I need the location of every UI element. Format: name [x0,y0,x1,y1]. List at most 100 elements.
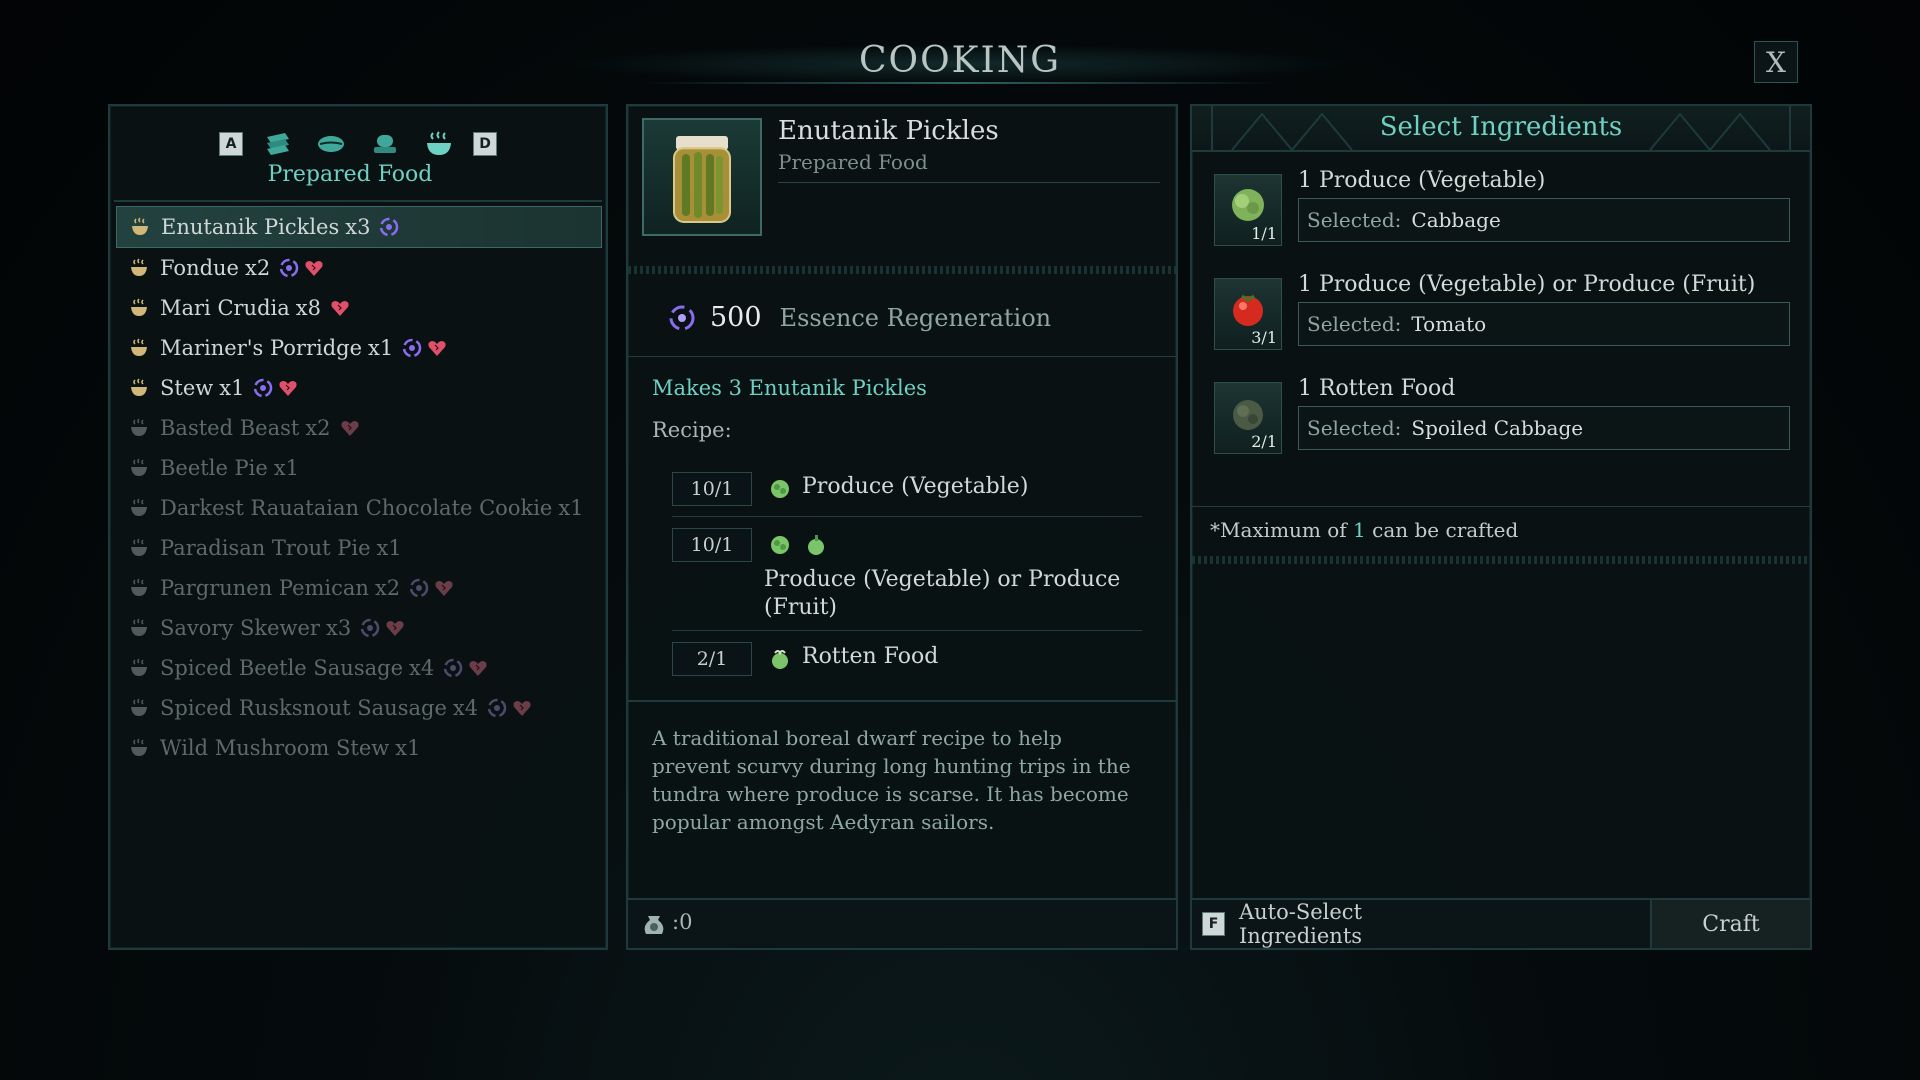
cooking-pot-icon[interactable] [419,126,459,162]
rotten-food-icon [772,650,788,669]
vegetable-icon [771,536,789,554]
ingredients-header: Select Ingredients [1192,106,1810,152]
recipe-name: Fondue [160,256,239,280]
selected-prefix: Selected: [1307,208,1402,232]
ingredient-slot: 3/1 1 Produce (Vegetable) or Produce (Fr… [1214,272,1794,362]
item-description: A traditional boreal dwarf recipe to hel… [652,726,1131,834]
health-heart-icon [428,341,446,356]
recipe-name: Spiced Rusksnout Sausage [160,696,447,720]
auto-select-key: F [1202,912,1225,936]
ingredient-select[interactable]: Selected: Cabbage [1298,198,1790,242]
recipe-list-panel: A D Prepared Food Enutanik Pickles x3 Fond… [108,104,608,950]
recipe-row[interactable]: Stew x1 [116,368,602,408]
max-craft-note: *Maximum of 1 can be crafted [1210,518,1518,542]
health-heart-icon [435,581,453,596]
max-note-prefix: *Maximum of [1210,518,1354,542]
recipe-row[interactable]: Darkest Rauataian Chocolate Cookie x1 [116,488,602,528]
auto-select-button[interactable]: F Auto-Select Ingredients [1192,900,1480,948]
recipe-name: Paradisan Trout Pie [160,536,371,560]
ingredient-select[interactable]: Selected: Spoiled Cabbage [1298,406,1790,450]
makes-text: Makes 3 Enutanik Pickles [652,376,927,400]
recipe-row[interactable]: Wild Mushroom Stew x1 [116,728,602,768]
ingredients-divider [1192,506,1810,507]
recipe-quantity: x2 [305,416,331,440]
recipe-quantity: x1 [395,736,421,760]
cooking-pot-icon [131,578,147,596]
essence-icon [380,217,399,237]
leaf-icon[interactable] [311,126,351,162]
ingredient-count: 3/1 [1251,328,1277,347]
selected-value: Spoiled Cabbage [1411,416,1584,440]
recipe-row[interactable]: Basted Beast x2 [116,408,602,448]
recipe-quantity: x3 [325,616,352,640]
recipe-list: Enutanik Pickles x3 Fondue x2 Mari Crudia x8 M… [116,206,602,768]
recipe-name: Pargrunen Pemican [160,576,369,600]
title-underline [640,82,1280,84]
recipe-row[interactable]: Savory Skewer x3 [116,608,602,648]
close-button[interactable]: X [1754,41,1798,83]
cooking-pot-icon [131,658,147,676]
recipe-row[interactable]: Fondue x2 [116,248,602,288]
item-category: Prepared Food [778,150,928,174]
item-divider [778,182,1160,183]
description-divider [628,700,1176,702]
selected-value: Cabbage [1411,208,1501,232]
cabbage-icon: 1/1 [1214,174,1282,246]
cooking-pot-icon [131,378,147,396]
essence-icon [443,658,463,678]
item-image [642,118,762,236]
selected-prefix: Selected: [1307,416,1402,440]
health-heart-icon [469,661,487,676]
cooking-pot-icon [131,418,147,436]
essence-icon [279,258,299,278]
recipe-row[interactable]: Enutanik Pickles x3 [116,206,602,248]
recipe-row[interactable]: Paradisan Trout Pie x1 [116,528,602,568]
recipe-row[interactable]: Mariner's Porridge x1 [116,328,602,368]
ingredients-title: Select Ingredients [1379,112,1623,142]
cooking-pot-icon [132,217,148,235]
essence-effect: 500 Essence Regeneration [668,302,1051,333]
ingredient-requirement: 1 Produce (Vegetable) [1298,168,1546,193]
max-note-suffix: can be crafted [1365,518,1519,542]
requirement-divider [672,516,1142,517]
recipe-name: Mariner's Porridge [160,336,363,360]
ingredient-select[interactable]: Selected: Tomato [1298,302,1790,346]
health-heart-icon [331,301,349,316]
cooking-pot-icon [131,618,147,636]
recipe-row[interactable]: Spiced Rusksnout Sausage x4 [116,688,602,728]
selected-prefix: Selected: [1307,312,1402,336]
recipe-name: Savory Skewer [160,616,320,640]
recipe-row[interactable]: Pargrunen Pemican x2 [116,568,602,608]
essence-divider [628,356,1176,357]
ingredients-panel: Select Ingredients 1/1 1 Produce (Vegeta… [1190,104,1812,950]
hat-icon[interactable] [365,126,405,162]
requirement-count: 2/1 [672,642,752,676]
recipe-row[interactable]: Mari Crudia x8 [116,288,602,328]
recipe-name: Spiced Beetle Sausage [160,656,403,680]
cooking-pot-icon [131,498,147,516]
craft-button[interactable]: Craft [1650,900,1810,948]
recipe-quantity: x2 [374,576,401,600]
ingredients-footer: F Auto-Select Ingredients Craft [1192,898,1810,948]
footer-value: :0 [672,910,693,934]
ingredient-slot: 2/1 1 Rotten Food Selected: Spoiled Cabb… [1214,376,1794,466]
requirement-count: 10/1 [672,528,752,562]
item-name: Enutanik Pickles [778,116,999,146]
recipe-row[interactable]: Beetle Pie x1 [116,448,602,488]
recipe-row[interactable]: Spiced Beetle Sausage x4 [116,648,602,688]
requirement-row: 2/1 Rotten Food [672,642,1142,678]
scroll-icon[interactable] [257,126,297,162]
health-heart-icon [279,381,298,396]
requirement-label: Rotten Food [802,644,939,669]
ingredient-slot: 1/1 1 Produce (Vegetable) Selected: Cabb… [1214,168,1794,258]
recipe-quantity: x1 [376,536,402,560]
category-label: Prepared Food [267,162,433,187]
recipe-quantity: x4 [409,656,435,680]
next-category-key[interactable]: D [473,132,497,156]
selected-value: Tomato [1411,312,1487,336]
prev-category-key[interactable]: A [219,132,243,156]
essence-icon [360,618,380,638]
ornament-divider [1192,556,1810,564]
essence-icon [254,378,273,398]
pouch-icon [644,916,664,934]
